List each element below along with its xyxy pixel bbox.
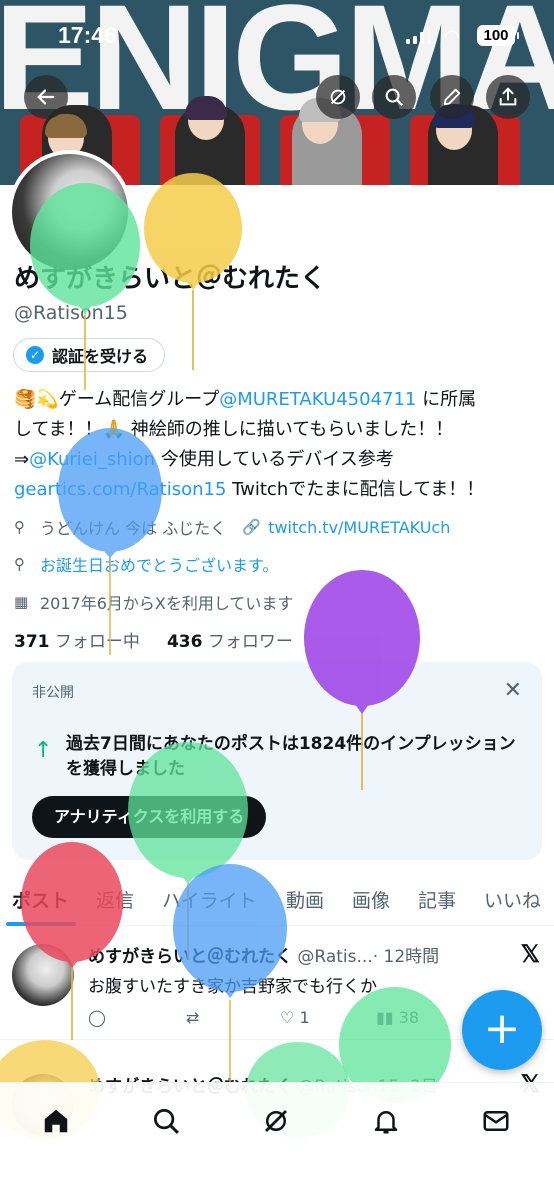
tab-posts[interactable]: ポスト xyxy=(12,886,69,913)
tab-replies[interactable]: 返信 xyxy=(96,886,134,913)
analytics-button[interactable]: アナリティクスを利用する xyxy=(32,796,267,838)
nav-search[interactable] xyxy=(146,1101,186,1141)
banner-figure-hair xyxy=(185,96,227,120)
private-label: 非公開 xyxy=(32,685,74,701)
bio-text: Twitchでたまに配信してま！！ xyxy=(226,479,485,500)
tab-articles[interactable]: 記事 xyxy=(418,886,456,913)
share-icon xyxy=(499,87,517,106)
get-verified-button[interactable]: ✓ 認証を受ける xyxy=(13,338,166,372)
post-header: めすがきらいと＠むれたく @Ratis...· 12時間 xyxy=(88,942,508,967)
avatar-image xyxy=(12,154,128,270)
pencil-icon xyxy=(443,88,461,106)
verified-badge-icon: ✓ xyxy=(26,346,44,364)
battery-indicator: 100 xyxy=(477,25,519,46)
followers-label: フォロワー xyxy=(207,632,293,652)
calendar-icon: ▦ xyxy=(14,593,29,611)
back-button[interactable] xyxy=(24,75,68,119)
like-button[interactable]: ♡ 1 xyxy=(280,1008,310,1027)
close-icon[interactable]: ✕ xyxy=(504,678,522,703)
profile-avatar[interactable] xyxy=(8,150,132,274)
tab-media[interactable]: 画像 xyxy=(352,886,390,913)
status-time: 17:46 xyxy=(58,22,117,48)
grok-icon xyxy=(265,1110,287,1132)
like-count: 1 xyxy=(299,1008,310,1027)
following-label: フォロー中 xyxy=(54,632,140,652)
profile-location: うどんけん 今は ふじたく xyxy=(40,519,227,538)
post-author-name: めすがきらいと＠むれたく xyxy=(88,947,292,967)
nav-notifications[interactable] xyxy=(366,1101,406,1141)
grok-button[interactable] xyxy=(316,75,360,119)
post-text: お腹すいたすき家か吉野家でも行くか xyxy=(88,977,377,997)
arrow-up-icon: ↑ xyxy=(34,738,53,763)
balloon-icon: ⚲ xyxy=(14,555,25,573)
back-arrow-icon xyxy=(37,89,55,105)
analytics-card: 非公開 ✕ ↑ 過去7日間にあなたのポストは1824件のインプレッションを獲得し… xyxy=(12,662,542,860)
status-bar: 17:46 ◠ 100 xyxy=(0,0,554,70)
joined-date: 2017年6月からXを利用しています xyxy=(40,594,294,613)
bio-text: してま！！🙏 神絵師の推しに描いてもらいました！！ xyxy=(14,419,454,440)
bio-mention-link[interactable]: @MURETAKU4504711 xyxy=(219,389,416,410)
post-avatar[interactable] xyxy=(12,944,74,1006)
birthday-text[interactable]: お誕生日おめでとうございます。 xyxy=(40,552,278,576)
search-button[interactable] xyxy=(372,75,416,119)
x-logo-icon: 𝕏 xyxy=(520,941,540,968)
mail-icon xyxy=(483,1111,509,1131)
bio-text: 🥞💫ゲーム配信グループ xyxy=(14,389,220,410)
home-icon xyxy=(44,1109,68,1133)
bio-text: ⇒ xyxy=(14,449,30,470)
views-button[interactable]: ▮▮ 38 xyxy=(376,1008,419,1027)
followers-link[interactable]: 436 フォロワー xyxy=(167,632,293,652)
edit-button[interactable] xyxy=(430,75,474,119)
bio-text: 今使用しているデバイス参考 xyxy=(155,449,394,470)
get-verified-label: 認証を受ける xyxy=(52,347,149,366)
profile-website-link[interactable]: twitch.tv/MURETAKUch xyxy=(268,518,450,537)
repost-icon[interactable]: ⇄ xyxy=(186,1008,199,1027)
tab-videos[interactable]: 動画 xyxy=(286,886,324,913)
profile-location-row: ⚲ うどんけん 今は ふじたく 🔗 twitch.tv/MURETAKUch xyxy=(14,515,450,539)
view-count: 38 xyxy=(398,1008,420,1027)
profile-birthday-row: ⚲ お誕生日おめでとうございます。 xyxy=(14,552,278,576)
bottom-nav xyxy=(0,1082,554,1200)
active-tab-indicator xyxy=(6,922,76,926)
profile-joined-row: ▦ 2017年6月からXを利用しています xyxy=(14,590,293,614)
link-icon: 🔗 xyxy=(242,518,261,536)
tab-likes[interactable]: いいね xyxy=(484,886,541,913)
profile-handle: @Ratison15 xyxy=(14,302,128,324)
search-icon xyxy=(154,1109,179,1134)
grok-icon xyxy=(330,89,346,105)
post-time: · 12時間 xyxy=(372,947,440,967)
bio-mention-link[interactable]: @Kuriei_shion xyxy=(29,449,155,470)
profile-tabs: ポスト 返信 ハイライト 動画 画像 記事 いいね xyxy=(0,870,554,926)
share-button[interactable] xyxy=(486,75,530,119)
post-author-handle: @Ratis... xyxy=(292,947,373,967)
followers-count: 436 xyxy=(166,632,203,652)
impressions-text: 過去7日間にあなたのポストは1824件のインプレッションを獲得しました xyxy=(66,734,516,779)
location-pin-icon: ⚲ xyxy=(14,518,25,536)
search-icon xyxy=(385,88,404,107)
following-link[interactable]: 371 フォロー中 xyxy=(14,632,140,652)
reply-icon[interactable]: ◯ xyxy=(88,1008,106,1027)
bio-url-link[interactable]: geartics.com/Ratison15 xyxy=(14,479,226,500)
follow-stats: 371 フォロー中 436 フォロワー xyxy=(14,627,293,652)
nav-home[interactable] xyxy=(36,1101,76,1141)
compose-post-button[interactable]: + xyxy=(462,990,542,1070)
bio-text: に所属 xyxy=(416,389,477,410)
nav-messages[interactable] xyxy=(476,1101,516,1141)
profile-bio: 🥞💫ゲーム配信グループ@MURETAKU4504711 に所属 してま！！🙏 神… xyxy=(14,385,544,505)
profile-name: めすがきらいと＠むれたく xyxy=(14,264,327,294)
following-count: 371 xyxy=(14,632,50,652)
tab-highlights[interactable]: ハイライト xyxy=(162,886,257,913)
wifi-icon: ◠ xyxy=(444,26,460,47)
bell-icon xyxy=(374,1111,398,1134)
nav-grok[interactable] xyxy=(256,1101,296,1141)
signal-icon xyxy=(406,28,432,44)
